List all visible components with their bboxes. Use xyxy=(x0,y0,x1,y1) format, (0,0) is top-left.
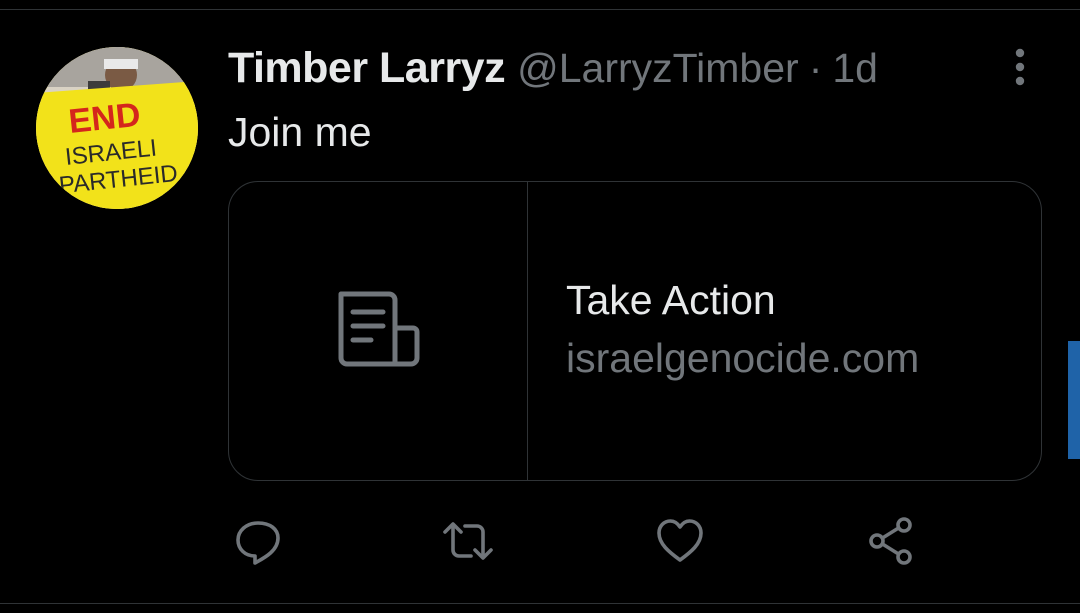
timestamp[interactable]: 1d xyxy=(832,45,878,92)
like-button[interactable] xyxy=(653,516,707,570)
sign-line1: END xyxy=(67,96,142,141)
separator-dot: · xyxy=(808,44,823,91)
user-handle[interactable]: @LarryzTimber xyxy=(517,45,799,92)
tweet-header: Timber Larryz @LarryzTimber · 1d xyxy=(228,40,878,96)
like-icon xyxy=(655,516,705,571)
bottom-divider xyxy=(0,603,1080,604)
avatar[interactable]: END ISRAELI APARTHEID xyxy=(36,47,198,209)
card-title: Take Action xyxy=(566,277,776,323)
share-icon xyxy=(866,516,916,571)
link-card[interactable]: Take Action israelgenocide.com xyxy=(228,181,1042,481)
tweet-page: END ISRAELI APARTHEID Timber Larryz @Lar… xyxy=(0,0,1080,613)
card-body: Take Action israelgenocide.com xyxy=(528,182,1041,480)
display-name[interactable]: Timber Larryz xyxy=(228,44,506,93)
card-thumbnail xyxy=(229,182,528,480)
retweet-icon xyxy=(441,516,495,571)
retweet-button[interactable] xyxy=(441,516,495,570)
reply-button[interactable] xyxy=(231,516,285,570)
top-divider xyxy=(0,9,1080,10)
document-icon xyxy=(333,288,423,375)
more-options-icon[interactable] xyxy=(1004,44,1036,90)
card-domain: israelgenocide.com xyxy=(566,335,920,381)
reply-icon xyxy=(233,516,283,571)
side-scroll-indicator xyxy=(1068,341,1080,459)
tweet-text: Join me xyxy=(228,109,372,155)
share-button[interactable] xyxy=(864,516,918,570)
